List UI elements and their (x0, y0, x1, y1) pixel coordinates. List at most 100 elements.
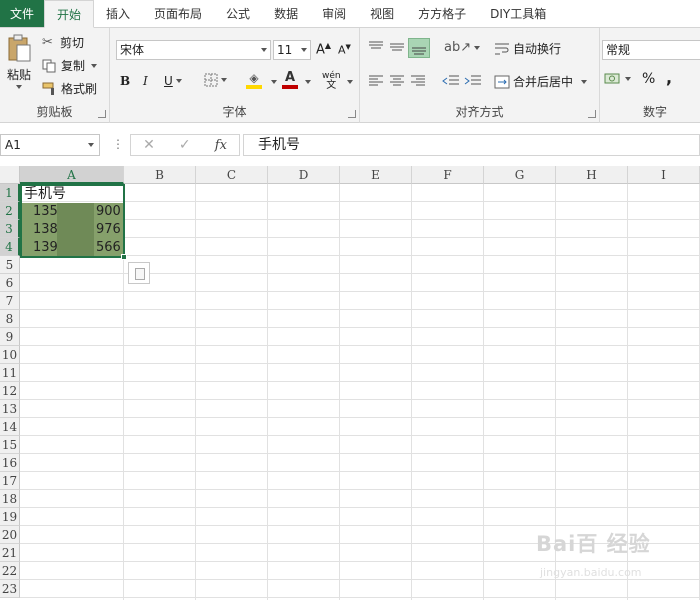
number-format-select[interactable]: 常规 (602, 40, 700, 60)
column-header-f[interactable]: F (412, 166, 484, 184)
column-header-d[interactable]: D (268, 166, 340, 184)
gridline-vertical (195, 184, 196, 600)
row-header-5[interactable]: 5 (0, 256, 20, 274)
phonetic-button[interactable]: wén 文 (322, 71, 341, 91)
row-header-2[interactable]: 2 (0, 202, 20, 220)
enter-icon[interactable]: ✓ (179, 137, 191, 153)
wrap-text-button[interactable]: 自动换行 (494, 40, 561, 57)
row-header-18[interactable]: 18 (0, 490, 20, 508)
fill-color-dropdown-icon[interactable] (271, 80, 277, 84)
chevron-down-icon (88, 143, 94, 147)
font-size-select[interactable]: 11 (273, 40, 311, 60)
row-header-16[interactable]: 16 (0, 454, 20, 472)
quick-analysis-icon[interactable] (128, 262, 150, 284)
clipboard-launcher-icon[interactable] (98, 110, 106, 118)
align-center-icon[interactable] (389, 75, 405, 87)
borders-button[interactable] (204, 73, 227, 87)
font-launcher-icon[interactable] (348, 110, 356, 118)
row-header-12[interactable]: 12 (0, 382, 20, 400)
align-middle-icon[interactable] (389, 41, 405, 53)
increase-font-button[interactable]: A▲ (316, 41, 331, 57)
tab-review[interactable]: 审阅 (310, 0, 358, 27)
accounting-format-button[interactable] (604, 72, 631, 86)
row-header-8[interactable]: 8 (0, 310, 20, 328)
format-painter-button[interactable]: 格式刷 (42, 80, 97, 97)
gridline-horizontal (20, 327, 700, 328)
column-header-h[interactable]: H (556, 166, 628, 184)
formula-input[interactable]: 手机号 (243, 134, 700, 156)
row-header-3[interactable]: 3 (0, 220, 20, 238)
align-left-icon[interactable] (368, 75, 384, 87)
tab-insert[interactable]: 插入 (94, 0, 142, 27)
row-header-15[interactable]: 15 (0, 436, 20, 454)
row-header-1[interactable]: 1 (0, 184, 20, 202)
orientation-dropdown-icon (474, 45, 481, 50)
row-header-11[interactable]: 11 (0, 364, 20, 382)
column-header-i[interactable]: I (628, 166, 700, 184)
row-header-17[interactable]: 17 (0, 472, 20, 490)
decrease-font-button[interactable]: A▼ (338, 43, 351, 57)
row-header-9[interactable]: 9 (0, 328, 20, 346)
gridline-horizontal (20, 489, 700, 490)
merge-center-button[interactable]: 合并后居中 (494, 73, 588, 90)
gridline-horizontal (20, 363, 700, 364)
underline-button[interactable]: U (164, 74, 182, 88)
align-bottom-button[interactable] (408, 38, 430, 58)
phonetic-dropdown-icon[interactable] (347, 80, 353, 84)
orientation-button[interactable]: ab↗ (444, 40, 481, 55)
copy-button[interactable]: 复制 (42, 57, 98, 74)
alignment-group-label: 对齐方式 (455, 105, 504, 119)
tab-fangfang[interactable]: 方方格子 (406, 0, 478, 27)
gridline-horizontal (20, 381, 700, 382)
name-box[interactable]: A1 (0, 134, 100, 156)
gridline-horizontal (20, 291, 700, 292)
select-all-corner[interactable] (0, 166, 20, 184)
insert-function-icon[interactable]: fx (215, 138, 227, 153)
font-color-button[interactable]: A (282, 70, 298, 89)
phonetic-icon: 文 (326, 80, 337, 91)
align-top-icon[interactable] (368, 41, 384, 53)
merge-dropdown-icon (581, 79, 588, 84)
cut-button[interactable]: ✂ 剪切 (42, 34, 84, 51)
column-header-e[interactable]: E (340, 166, 412, 184)
column-header-a[interactable]: A (20, 166, 124, 184)
row-header-6[interactable]: 6 (0, 274, 20, 292)
row-header-13[interactable]: 13 (0, 400, 20, 418)
tab-home[interactable]: 开始 (44, 0, 95, 28)
row-header-22[interactable]: 22 (0, 562, 20, 580)
row-header-20[interactable]: 20 (0, 526, 20, 544)
tab-data[interactable]: 数据 (262, 0, 310, 27)
name-box-value: A1 (5, 138, 21, 152)
paste-button[interactable]: 粘贴 (4, 34, 34, 90)
row-header-21[interactable]: 21 (0, 544, 20, 562)
align-right-icon[interactable] (410, 75, 426, 87)
percent-button[interactable]: % (642, 71, 655, 87)
cancel-icon[interactable]: ✕ (143, 137, 155, 153)
tab-formulas[interactable]: 公式 (214, 0, 262, 27)
tab-view[interactable]: 视图 (358, 0, 406, 27)
row-header-10[interactable]: 10 (0, 346, 20, 364)
row-header-7[interactable]: 7 (0, 292, 20, 310)
column-header-c[interactable]: C (196, 166, 268, 184)
decrease-indent-icon[interactable] (442, 75, 460, 87)
row-header-4[interactable]: 4 (0, 238, 20, 256)
formula-bar-splitter-icon[interactable]: ⋮ (112, 137, 124, 151)
italic-button[interactable]: I (143, 74, 148, 88)
column-header-b[interactable]: B (124, 166, 196, 184)
increase-indent-icon[interactable] (464, 75, 482, 87)
fill-handle[interactable] (121, 254, 127, 260)
tab-file[interactable]: 文件 (0, 0, 44, 27)
row-header-19[interactable]: 19 (0, 508, 20, 526)
row-header-23[interactable]: 23 (0, 580, 20, 598)
font-name-select[interactable]: 宋体 (116, 40, 271, 60)
row-header-14[interactable]: 14 (0, 418, 20, 436)
column-header-g[interactable]: G (484, 166, 556, 184)
font-color-dropdown-icon[interactable] (305, 80, 311, 84)
fill-color-button[interactable]: ◈ (246, 71, 262, 89)
bold-button[interactable]: B (120, 74, 130, 88)
tab-page-layout[interactable]: 页面布局 (142, 0, 214, 27)
tab-diy-toolbox[interactable]: DIY工具箱 (478, 0, 558, 27)
alignment-launcher-icon[interactable] (588, 110, 596, 118)
comma-style-button[interactable]: , (666, 68, 672, 87)
number-group: 常规 % , 数字 (600, 28, 700, 123)
